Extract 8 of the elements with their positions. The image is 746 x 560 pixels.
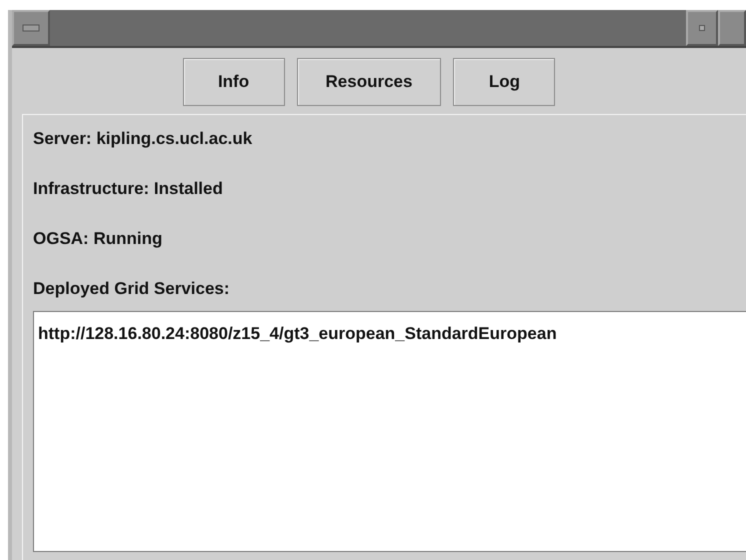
tab[interactable]: Info — [182, 58, 285, 106]
info-label: Server: kipling.cs.ucl.ac.uk — [33, 129, 254, 150]
service-url[interactable]: http://128.16.80.24:8080/z15_4/gt3_european_StandardEuropean — [38, 324, 742, 344]
info-label: Deployed Grid Services: — [33, 279, 231, 300]
tab[interactable]: Resources — [296, 58, 442, 106]
tab[interactable]: Log — [453, 58, 556, 106]
info-label: OGSA: Running — [33, 229, 164, 250]
info-label: Infrastructure: Installed — [33, 179, 224, 200]
